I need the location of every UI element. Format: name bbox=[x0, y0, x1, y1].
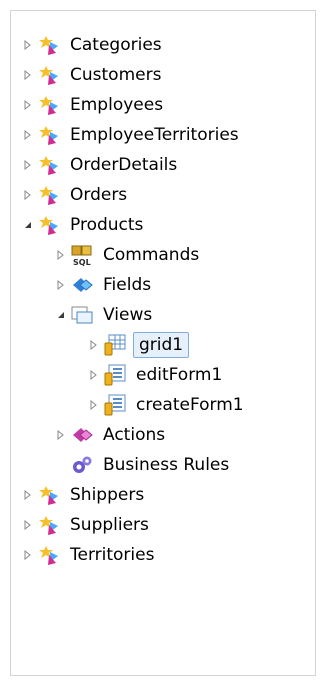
tree-node-actions[interactable]: Actions bbox=[55, 420, 168, 450]
tree-node-employeeterritories[interactable]: EmployeeTerritories bbox=[22, 120, 242, 150]
tree-node-label: Products bbox=[70, 215, 144, 235]
tree-node-grid1[interactable]: grid1 bbox=[88, 330, 190, 360]
tree-node-label: Customers bbox=[70, 65, 162, 85]
fields-icon bbox=[70, 273, 94, 297]
tree-node-label: Views bbox=[103, 305, 153, 325]
tree-node-label: Actions bbox=[103, 425, 166, 445]
expand-arrow-icon[interactable] bbox=[22, 540, 34, 570]
tree-node-customers[interactable]: Customers bbox=[22, 60, 164, 90]
expand-arrow-icon[interactable] bbox=[22, 180, 34, 210]
table-node-icon bbox=[37, 33, 61, 57]
tree-node-orders[interactable]: Orders bbox=[22, 180, 130, 210]
collapse-arrow-icon[interactable] bbox=[22, 210, 34, 240]
tree-node-label: EmployeeTerritories bbox=[70, 125, 239, 145]
tree-node-commands[interactable]: SQL Commands bbox=[55, 240, 202, 270]
sql-icon-text: SQL bbox=[73, 258, 91, 267]
tree-node-label: OrderDetails bbox=[70, 155, 178, 175]
tree-node-label: Categories bbox=[70, 35, 162, 55]
tree-node-label: Fields bbox=[103, 275, 152, 295]
expand-arrow-icon[interactable] bbox=[88, 330, 100, 360]
tree-view: Categories Customers Employees EmployeeT… bbox=[10, 10, 316, 676]
tree-node-orderdetails[interactable]: OrderDetails bbox=[22, 150, 180, 180]
table-node-icon bbox=[37, 513, 61, 537]
expand-arrow-icon[interactable] bbox=[22, 60, 34, 90]
views-icon bbox=[70, 303, 94, 327]
tree-node-label: Business Rules bbox=[103, 455, 230, 475]
grid-view-icon bbox=[103, 333, 127, 357]
gears-icon bbox=[70, 453, 94, 477]
form-view-icon bbox=[103, 393, 127, 417]
tree-node-label: Suppliers bbox=[70, 515, 149, 535]
tree-node-label: createForm1 bbox=[136, 395, 244, 415]
tree-node-label: Territories bbox=[70, 545, 155, 565]
expand-arrow-icon[interactable] bbox=[22, 150, 34, 180]
expand-arrow-icon[interactable] bbox=[22, 90, 34, 120]
tree-node-fields[interactable]: Fields bbox=[55, 270, 154, 300]
form-view-icon bbox=[103, 363, 127, 387]
tree-node-label: Shippers bbox=[70, 485, 145, 505]
tree-node-employees[interactable]: Employees bbox=[22, 90, 166, 120]
table-node-icon bbox=[37, 93, 61, 117]
tree-node-label: Commands bbox=[103, 245, 200, 265]
tree-node-categories[interactable]: Categories bbox=[22, 30, 165, 60]
tree-node-territories[interactable]: Territories bbox=[22, 540, 157, 570]
tree-node-suppliers[interactable]: Suppliers bbox=[22, 510, 152, 540]
expand-arrow-icon[interactable] bbox=[22, 480, 34, 510]
tree-node-products[interactable]: Products bbox=[22, 210, 146, 240]
expand-arrow-icon[interactable] bbox=[22, 30, 34, 60]
tree-node-label: grid1 bbox=[133, 332, 190, 358]
expand-arrow-icon[interactable] bbox=[55, 270, 67, 300]
actions-icon bbox=[70, 423, 94, 447]
table-node-icon bbox=[37, 183, 61, 207]
expand-arrow-icon[interactable] bbox=[22, 510, 34, 540]
table-node-icon bbox=[37, 213, 61, 237]
tree-node-editform1[interactable]: editForm1 bbox=[88, 360, 225, 390]
tree-node-business-rules[interactable]: Business Rules bbox=[70, 450, 232, 480]
project-explorer-panel: Categories Customers Employees EmployeeT… bbox=[0, 0, 320, 686]
expand-arrow-icon[interactable] bbox=[88, 390, 100, 420]
tree-node-createform1[interactable]: createForm1 bbox=[88, 390, 247, 420]
table-node-icon bbox=[37, 543, 61, 567]
expand-arrow-icon[interactable] bbox=[22, 120, 34, 150]
tree-node-label: Orders bbox=[70, 185, 128, 205]
collapse-arrow-icon[interactable] bbox=[55, 300, 67, 330]
tree-node-label: Employees bbox=[70, 95, 164, 115]
tree-node-views[interactable]: Views bbox=[55, 300, 155, 330]
table-node-icon bbox=[37, 123, 61, 147]
tree-node-shippers[interactable]: Shippers bbox=[22, 480, 147, 510]
table-node-icon bbox=[37, 153, 61, 177]
table-node-icon bbox=[37, 63, 61, 87]
sql-commands-icon: SQL bbox=[70, 243, 94, 267]
table-node-icon bbox=[37, 483, 61, 507]
expand-arrow-icon[interactable] bbox=[55, 420, 67, 450]
expand-arrow-icon[interactable] bbox=[88, 360, 100, 390]
expand-arrow-icon[interactable] bbox=[55, 240, 67, 270]
tree-node-label: editForm1 bbox=[136, 365, 223, 385]
